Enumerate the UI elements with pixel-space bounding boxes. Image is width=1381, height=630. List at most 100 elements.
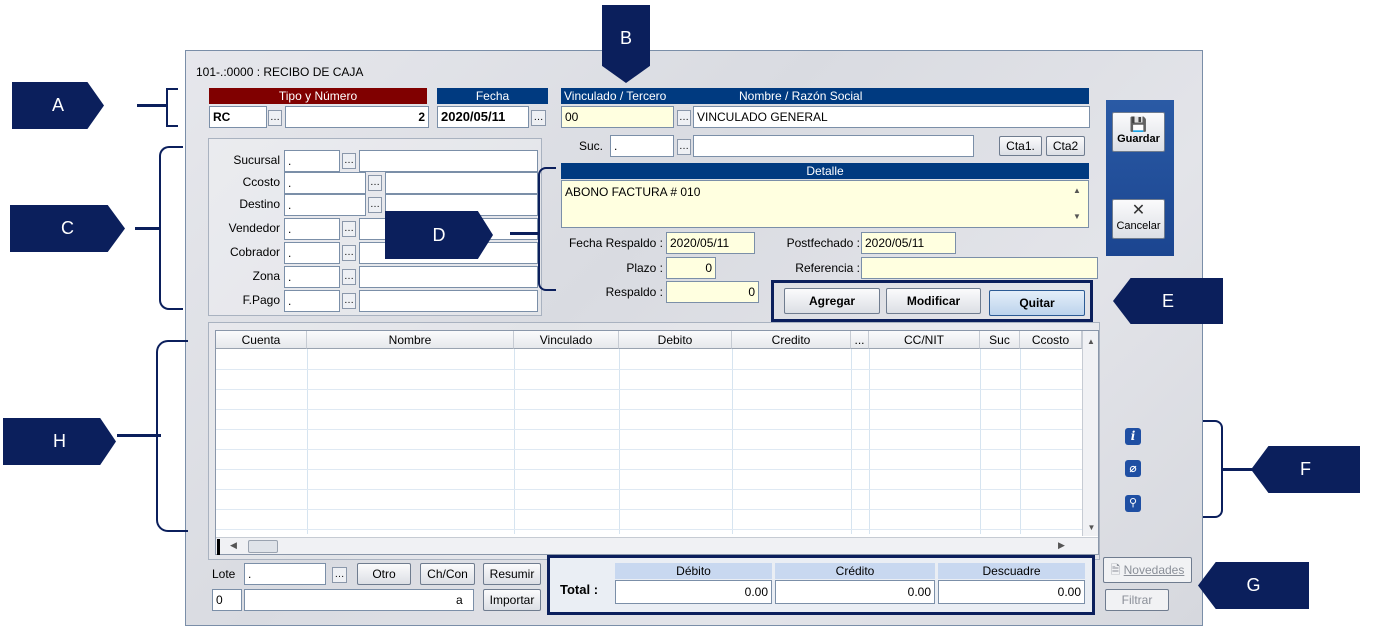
novedades-button[interactable]: 🗎 Novedades — [1103, 557, 1192, 583]
lookup-button-vendedor[interactable]: … — [342, 221, 356, 237]
lookup-button-zona[interactable]: … — [342, 269, 356, 285]
field-name-zona[interactable] — [359, 266, 538, 288]
postfechado-field[interactable]: 2020/05/11 — [861, 232, 956, 254]
grid-row-line — [216, 409, 1082, 410]
floppy-disk-icon: 💾 — [1129, 116, 1148, 132]
grid-scroll-right-icon[interactable]: ▶ — [1058, 540, 1065, 551]
grid-col-header[interactable]: Vinculado — [514, 331, 619, 349]
tipo-lookup-button[interactable]: … — [268, 110, 282, 126]
cancelar-button[interactable]: ✕ Cancelar — [1112, 199, 1165, 239]
guardar-button[interactable]: 💾 Guardar — [1112, 112, 1165, 152]
lookup-button-sucursal[interactable]: … — [342, 153, 356, 169]
field-label-sucursal: Sucursal — [233, 153, 280, 167]
field-name-fpago[interactable] — [359, 290, 538, 312]
numero-desde-field[interactable]: 0 — [212, 589, 242, 611]
field-label-ccosto: Ccosto — [242, 175, 280, 189]
grid-col-header[interactable]: Cuenta — [216, 331, 307, 349]
callout-h: H — [3, 418, 116, 465]
lookup-button-ccosto[interactable]: … — [368, 175, 382, 191]
field-label-destino: Destino — [239, 197, 280, 211]
field-cobrador[interactable]: . — [284, 242, 340, 264]
agregar-button[interactable]: Agregar — [784, 288, 880, 314]
numero-field[interactable]: 2 — [285, 106, 429, 128]
callout-f: F — [1251, 446, 1360, 493]
fecha-field[interactable]: 2020/05/11 — [437, 106, 529, 128]
vinculado-field[interactable]: 00 — [561, 106, 674, 128]
grid-col-header[interactable]: Suc — [980, 331, 1020, 349]
field-zona[interactable]: . — [284, 266, 340, 288]
grid-scroll-down-icon[interactable]: ▼ — [1083, 523, 1098, 532]
field-label-vendedor: Vendedor — [228, 221, 280, 235]
grid-horizontal-scrollbar[interactable]: ◀ ▶ — [216, 537, 1098, 554]
descuadre-total-field: 0.00 — [938, 580, 1085, 604]
grid-col-line — [1020, 349, 1021, 534]
modificar-button[interactable]: Modificar — [886, 288, 981, 314]
fecha-respaldo-label: Fecha Respaldo : — [568, 236, 663, 250]
callout-d: D — [385, 211, 493, 259]
tipo-numero-header: Tipo y Número — [209, 88, 427, 104]
info-icon[interactable]: i — [1125, 428, 1141, 445]
otro-button[interactable]: Otro — [357, 563, 411, 585]
grid-col-header[interactable]: Nombre — [307, 331, 514, 349]
suc-name-field[interactable] — [693, 135, 974, 157]
grid-col-header[interactable]: CC/NIT — [869, 331, 980, 349]
grid-col-header[interactable]: ... — [851, 331, 869, 349]
credito-header: Crédito — [775, 563, 935, 579]
left-fields: Sucursal.… Ccosto.… Destino.… Vendedor.… Cob… — [208, 142, 542, 312]
grid-scroll-thumb[interactable] — [248, 540, 278, 553]
suc-field[interactable]: . — [610, 135, 674, 157]
detalle-scroll-up-icon[interactable]: ▲ — [1073, 186, 1081, 195]
lote-field[interactable]: . — [244, 563, 326, 585]
quitar-button[interactable]: Quitar — [989, 290, 1085, 316]
grid-col-header[interactable]: Debito — [619, 331, 732, 349]
field-name-sucursal[interactable] — [359, 150, 538, 172]
referencia-field[interactable] — [861, 257, 1098, 279]
grid-col-header[interactable]: Ccosto — [1020, 331, 1082, 349]
cta2-button[interactable]: Cta2 — [1046, 136, 1085, 156]
cta1-button[interactable]: Cta1. — [999, 136, 1042, 156]
grid-scroll-left-icon[interactable]: ◀ — [230, 540, 237, 551]
entries-grid[interactable]: Cuenta Nombre Vinculado Debito Credito... CC/… — [215, 330, 1099, 555]
nombre-field[interactable]: VINCULADO GENERAL — [693, 106, 1090, 128]
respaldo-field[interactable]: 0 — [666, 281, 759, 303]
chcon-button[interactable]: Ch/Con — [420, 563, 475, 585]
tipo-field[interactable]: RC — [209, 106, 267, 128]
lookup-button-cobrador[interactable]: … — [342, 245, 356, 261]
grid-row-line — [216, 509, 1082, 510]
detalle-textarea[interactable]: ABONO FACTURA # 010 — [561, 180, 1089, 228]
suc-lookup-button[interactable]: … — [677, 139, 691, 155]
importar-button[interactable]: Importar — [483, 589, 541, 611]
fecha-respaldo-field[interactable]: 2020/05/11 — [666, 232, 755, 254]
grid-col-header[interactable]: Credito — [732, 331, 851, 349]
paperclip-icon[interactable]: ⌀ — [1125, 460, 1141, 477]
field-destino[interactable]: . — [284, 194, 366, 216]
field-fpago[interactable]: . — [284, 290, 340, 312]
field-sucursal[interactable]: . — [284, 150, 340, 172]
field-vendedor[interactable]: . — [284, 218, 340, 240]
lote-lookup-button[interactable]: … — [332, 567, 347, 583]
search-icon[interactable]: ⚲ — [1125, 495, 1141, 512]
callout-e: E — [1113, 278, 1223, 324]
detalle-scroll-down-icon[interactable]: ▼ — [1073, 212, 1081, 221]
filtrar-button[interactable]: Filtrar — [1105, 589, 1169, 611]
fecha-picker-button[interactable]: … — [531, 110, 546, 126]
lookup-button-fpago[interactable]: … — [342, 293, 356, 309]
field-name-ccosto[interactable] — [385, 172, 538, 194]
field-ccosto[interactable]: . — [284, 172, 366, 194]
lookup-button-destino[interactable]: … — [368, 197, 382, 213]
grid-scroll-up-icon[interactable]: ▲ — [1083, 337, 1098, 346]
grid-row-line — [216, 469, 1082, 470]
callout-h-line — [117, 434, 161, 437]
callout-c: C — [10, 205, 125, 252]
vinculado-lookup-button[interactable]: … — [677, 110, 691, 126]
callout-g: G — [1198, 562, 1309, 609]
grid-vertical-scrollbar[interactable]: ▲ ▼ — [1082, 331, 1098, 536]
plazo-field[interactable]: 0 — [666, 257, 716, 279]
callout-a-brace — [166, 88, 178, 127]
total-label: Total : — [560, 582, 599, 597]
field-label-cobrador: Cobrador — [229, 245, 280, 259]
resumir-button[interactable]: Resumir — [483, 563, 541, 585]
grid-col-line — [514, 349, 515, 534]
callout-a-line — [137, 104, 168, 107]
numero-hasta-field[interactable] — [244, 589, 474, 611]
